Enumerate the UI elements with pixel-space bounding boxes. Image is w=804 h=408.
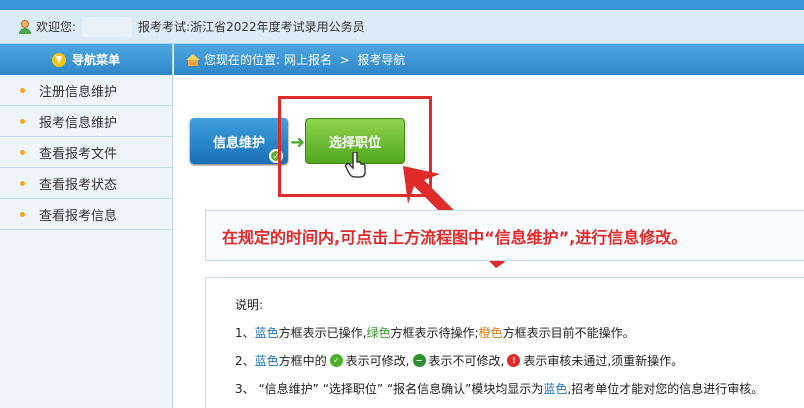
explain-text: 3、 “信息维护” “选择职位” “报名信息确认”模块均显示为 xyxy=(235,381,544,396)
sidebar-title: 导航菜单 xyxy=(71,53,120,67)
orange-word: 橙色 xyxy=(478,325,503,340)
info-maintenance-label: 信息维护 xyxy=(212,135,265,151)
explain-text: 1、 xyxy=(235,325,255,340)
sidebar-item-label: 查看报考状态 xyxy=(39,177,118,193)
explain-text: 表示审核未通过,须重新操作。 xyxy=(523,353,684,368)
main-content: 您现在的位置: 网上报名 > 报考导航 信息维护 ✓ ➜ 选择职位 在规定的时间… xyxy=(174,44,804,408)
bullet-icon xyxy=(20,149,25,155)
sidebar-item-label: 查看报考信息 xyxy=(39,208,118,224)
explain-line-3: 3、 “信息维护” “选择职位” “报名信息确认”模块均显示为 蓝色 ,招考单位… xyxy=(235,376,804,400)
home-icon xyxy=(186,53,200,66)
explain-text: ,招考单位才能对您的信息进行审核。 xyxy=(567,381,764,396)
minus-icon: − xyxy=(412,353,426,367)
username-redacted xyxy=(82,16,133,37)
sidebar-item-application-info[interactable]: 报考信息维护 xyxy=(0,106,172,137)
sidebar-item-application-files[interactable]: 查看报考文件 xyxy=(0,137,172,168)
check-icon: ✓ xyxy=(329,353,343,367)
explain-title: 说明: xyxy=(235,292,804,316)
explain-text: 方框中的 xyxy=(278,353,327,368)
welcome-label: 欢迎您: xyxy=(36,20,77,34)
explain-text: 方框表示已操作, xyxy=(278,325,367,340)
explain-title-text: 说明: xyxy=(235,297,264,312)
bullet-icon xyxy=(20,118,25,124)
breadcrumb-prefix: 您现在的位置: xyxy=(204,53,281,67)
blue-word: 蓝色 xyxy=(254,353,279,368)
bullet-icon xyxy=(20,180,25,186)
exclamation-icon: ! xyxy=(507,353,521,367)
explain-text: 2、 xyxy=(235,353,255,368)
notice-message: 在规定的时间内,可点击上方流程图中“信息维护”,进行信息修改。 xyxy=(205,210,804,261)
blue-word: 蓝色 xyxy=(254,325,279,340)
sidebar-item-label: 注册信息维护 xyxy=(39,84,118,100)
blue-word: 蓝色 xyxy=(543,381,568,396)
sidebar-item-label: 报考信息维护 xyxy=(39,115,118,131)
user-icon xyxy=(18,19,32,34)
explain-text: 表示可修改, xyxy=(345,353,410,368)
top-strip xyxy=(0,0,804,10)
bullet-icon xyxy=(20,87,25,93)
chevron-down-icon: ▼ xyxy=(51,52,66,67)
explain-line-2: 2、 蓝色 方框中的 ✓ 表示可修改, − 表示不可修改, ! 表示审核未通过,… xyxy=(235,348,804,372)
exam-name: 浙江省2022年度考试录用公务员 xyxy=(190,20,365,34)
explain-line-1: 1、 蓝色 方框表示已操作, 绿色 方框表示待操作; 橙色 方框表示目前不能操作… xyxy=(235,320,804,344)
sidebar: ▼ 导航菜单 注册信息维护 报考信息维护 查看报考文件 查看报考状态 查看报考信… xyxy=(0,44,173,408)
explanation-panel: 说明: 1、 蓝色 方框表示已操作, 绿色 方框表示待操作; 橙色 方框表示目前… xyxy=(205,277,804,408)
sidebar-item-application-status[interactable]: 查看报考状态 xyxy=(0,168,172,199)
breadcrumb: 您现在的位置: 网上报名 > 报考导航 xyxy=(174,44,804,75)
sidebar-item-view-application[interactable]: 查看报考信息 xyxy=(0,199,172,230)
bullet-icon xyxy=(20,211,25,217)
green-word: 绿色 xyxy=(366,325,391,340)
sidebar-header: ▼ 导航菜单 xyxy=(0,44,172,75)
sidebar-item-register-info[interactable]: 注册信息维护 xyxy=(0,75,172,106)
welcome-bar: 欢迎您: 报考考试: 浙江省2022年度考试录用公务员 xyxy=(0,10,804,44)
highlight-box xyxy=(278,96,432,197)
explain-text: 表示不可修改, xyxy=(428,353,505,368)
notice-text: 在规定的时间内,可点击上方流程图中“信息维护”,进行信息修改。 xyxy=(222,227,688,247)
breadcrumb-path: 网上报名 > 报考导航 xyxy=(284,53,406,67)
explain-text: 方框表示目前不能操作。 xyxy=(502,325,635,340)
sidebar-item-label: 查看报考文件 xyxy=(39,146,118,162)
explain-text: 方框表示待操作; xyxy=(390,325,479,340)
exam-label: 报考考试: xyxy=(138,20,191,34)
